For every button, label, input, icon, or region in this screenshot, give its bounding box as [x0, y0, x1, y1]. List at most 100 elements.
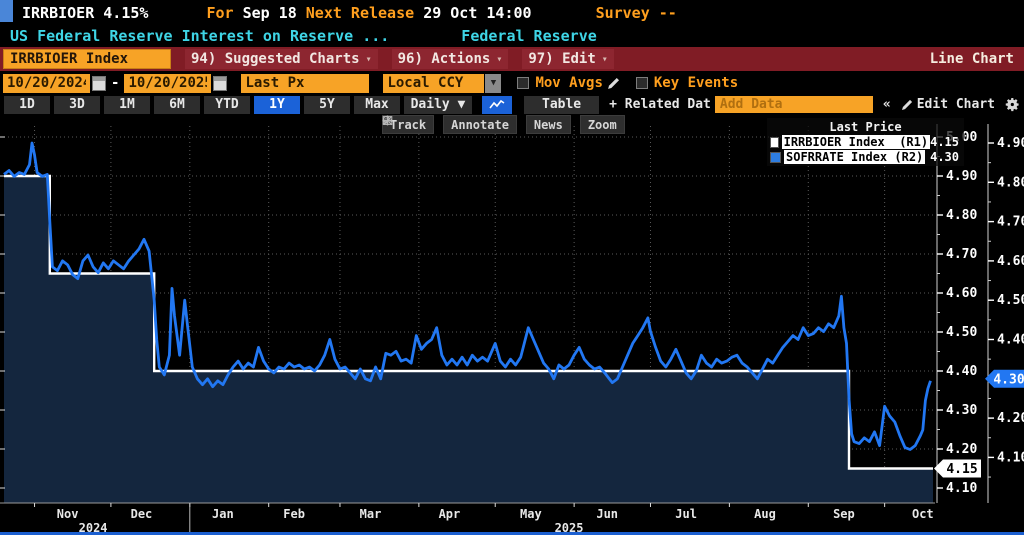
- range-tab-1d[interactable]: 1D: [4, 96, 50, 114]
- svg-text:4.15: 4.15: [946, 462, 977, 477]
- svg-text:Aug: Aug: [754, 507, 776, 521]
- annotate-button[interactable]: Annotate: [443, 115, 517, 134]
- last-price-badge-irrbioer: 4.15: [934, 460, 981, 478]
- right-axis-outer: 4.904.804.704.604.504.404.204.10: [988, 124, 1024, 503]
- svg-text:Feb: Feb: [283, 507, 305, 521]
- tabbar-right-cluster: + Related Dat « Edit Chart: [609, 96, 1020, 113]
- range-tab-ytd[interactable]: YTD: [204, 96, 250, 114]
- line-chart-tab[interactable]: [482, 96, 512, 114]
- pencil-icon: [901, 99, 913, 111]
- menu-suggested-charts[interactable]: 94) Suggested Charts▾: [185, 49, 378, 69]
- bloomberg-terminal-window: IRRBIOER 4.15%For Sep 18 Next Release 29…: [0, 0, 1024, 535]
- security-color-tag: [0, 0, 13, 22]
- security-description: US Federal Reserve Interest on Reserve .…: [10, 27, 389, 45]
- ticker: IRRBIOER: [22, 4, 94, 22]
- chart-legend: Last Price IRRBIOER Index (R1) 4.15 SOFR…: [767, 118, 964, 166]
- line-chart-icon: [489, 99, 505, 110]
- magnifier-icon: [382, 115, 393, 126]
- chevron-down-icon: ▾: [496, 54, 502, 65]
- x-axis: NovDecJanFebMarAprMayJunJulAugSepOct2024…: [0, 503, 935, 533]
- key-events-label: Key Events: [654, 75, 738, 91]
- gear-icon: [1005, 97, 1020, 112]
- range-tab-3d[interactable]: 3D: [54, 96, 100, 114]
- right-axis-inner: 5.004.904.804.704.604.504.404.304.204.10: [937, 124, 977, 503]
- next-release-label: Next Release: [306, 4, 414, 22]
- period-dropdown[interactable]: Daily ▼: [404, 96, 472, 114]
- edit-chart-button[interactable]: Edit Chart: [901, 97, 995, 112]
- svg-text:4.80: 4.80: [997, 175, 1024, 190]
- svg-text:Mar: Mar: [360, 507, 382, 521]
- range-tab-6m[interactable]: 6M: [154, 96, 200, 114]
- menu-bar: IRRBIOER Index 94) Suggested Charts▾ 96)…: [0, 47, 1024, 71]
- svg-text:4.60: 4.60: [946, 286, 977, 301]
- calendar-icon[interactable]: [92, 76, 106, 91]
- svg-text:Nov: Nov: [57, 507, 79, 521]
- currency-input[interactable]: [383, 74, 484, 93]
- mov-avgs-checkbox[interactable]: [517, 77, 529, 89]
- svg-text:May: May: [520, 507, 542, 521]
- svg-text:Dec: Dec: [131, 507, 153, 521]
- table-tab[interactable]: Table: [524, 96, 599, 114]
- currency-dropdown-button[interactable]: ▼: [485, 74, 501, 93]
- survey-value: --: [659, 4, 677, 22]
- svg-text:4.20: 4.20: [997, 411, 1024, 426]
- menu-edit[interactable]: 97) Edit▾: [522, 49, 613, 69]
- chart-float-toolbar: Track Annotate News Zoom: [382, 115, 625, 134]
- security-source: Federal Reserve: [461, 27, 596, 45]
- svg-text:Apr: Apr: [439, 507, 461, 521]
- price-field-input[interactable]: [241, 74, 369, 93]
- svg-text:4.30: 4.30: [946, 403, 977, 418]
- series-value: 4.15: [930, 135, 961, 149]
- key-events-checkbox[interactable]: [636, 77, 648, 89]
- svg-text:4.40: 4.40: [997, 333, 1024, 348]
- legend-item[interactable]: IRRBIOER Index (R1) 4.15: [770, 135, 961, 149]
- chart-controls-row: - ▼ Mov Avgs Key Events: [0, 72, 1024, 94]
- svg-text:4.70: 4.70: [946, 247, 977, 262]
- news-button[interactable]: News: [526, 115, 571, 134]
- last-price-badge-sofrrate: 4.30: [985, 370, 1024, 388]
- calendar-icon[interactable]: [213, 76, 227, 91]
- range-tab-5y[interactable]: 5Y: [304, 96, 350, 114]
- svg-text:4.50: 4.50: [997, 293, 1024, 308]
- pencil-icon[interactable]: [607, 77, 620, 90]
- price-chart[interactable]: 5.004.904.804.704.604.504.404.304.204.10…: [0, 112, 1024, 533]
- svg-text:4.30: 4.30: [993, 372, 1024, 387]
- svg-text:Oct: Oct: [912, 507, 934, 521]
- date-to-input[interactable]: [124, 74, 211, 93]
- svg-text:Sep: Sep: [833, 507, 855, 521]
- date-from-input[interactable]: [3, 74, 90, 93]
- series-value: 4.30: [930, 150, 961, 164]
- svg-text:Jan: Jan: [212, 507, 234, 521]
- date-separator: -: [111, 75, 119, 91]
- range-tab-1m[interactable]: 1M: [104, 96, 150, 114]
- legend-item[interactable]: SOFRRATE Index (R2) 4.30: [770, 150, 961, 164]
- range-tabs: 1D3D1M6MYTD1Y5YMax: [0, 96, 400, 114]
- mov-avgs-label: Mov Avgs: [535, 75, 602, 91]
- svg-text:4.20: 4.20: [946, 442, 977, 457]
- chart-type-label: Line Chart: [930, 51, 1014, 67]
- survey-label: Survey: [596, 4, 650, 22]
- related-data-button[interactable]: + Related Dat: [609, 97, 711, 112]
- series-swatch: [770, 152, 781, 163]
- svg-text:4.90: 4.90: [997, 136, 1024, 151]
- zoom-button[interactable]: Zoom: [580, 115, 625, 134]
- for-date: Sep 18: [243, 4, 297, 22]
- range-tab-1y[interactable]: 1Y: [254, 96, 300, 114]
- add-data-input[interactable]: [715, 96, 873, 113]
- price-chart-svg[interactable]: 5.004.904.804.704.604.504.404.304.204.10…: [0, 112, 1024, 533]
- svg-text:Jun: Jun: [596, 507, 618, 521]
- svg-text:4.10: 4.10: [946, 481, 977, 496]
- header-line-1: IRRBIOER 4.15%For Sep 18 Next Release 29…: [22, 2, 677, 24]
- header-line-2: US Federal Reserve Interest on Reserve .…: [10, 25, 597, 46]
- series-label: SOFRRATE Index (R2): [784, 150, 925, 164]
- menu-actions[interactable]: 96) Actions▾: [392, 49, 509, 69]
- chart-settings-button[interactable]: [1005, 97, 1020, 112]
- range-tab-max[interactable]: Max: [354, 96, 400, 114]
- svg-text:4.50: 4.50: [946, 325, 977, 340]
- security-input[interactable]: IRRBIOER Index: [3, 49, 171, 69]
- legend-title: Last Price: [770, 120, 961, 134]
- collapse-panel-button[interactable]: «: [883, 97, 891, 112]
- chevron-down-icon: ▾: [366, 54, 372, 65]
- chevron-down-icon: ▾: [602, 54, 608, 65]
- svg-text:4.80: 4.80: [946, 208, 977, 223]
